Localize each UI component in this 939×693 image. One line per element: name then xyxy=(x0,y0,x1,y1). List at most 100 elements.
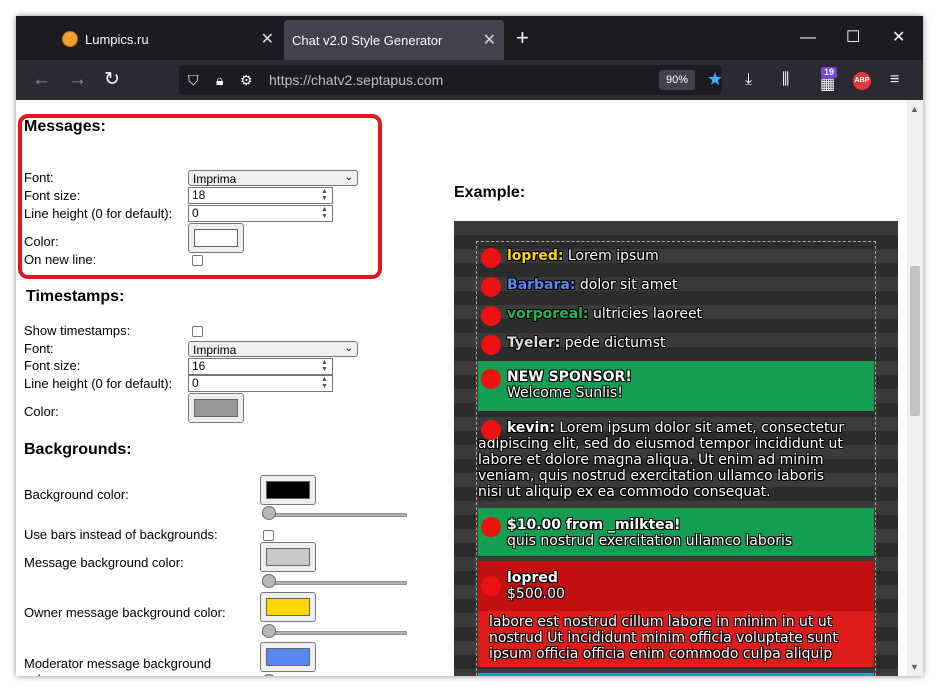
superchat2-header xyxy=(478,673,874,676)
back-icon[interactable]: ← xyxy=(32,68,51,92)
close-tab-icon[interactable]: ✕ xyxy=(261,29,274,49)
background-color-label: Background color: xyxy=(24,487,129,502)
url-bar[interactable]: ⛉ 🔒︎ ⚙ https://chatv2.septapus.com 90% ★ xyxy=(179,65,723,95)
moderator-bg-picker[interactable] xyxy=(260,642,316,672)
owner-bg-swatch xyxy=(266,598,310,616)
chat-username: Barbara: xyxy=(507,277,576,293)
superchat-amount: $500.00 xyxy=(507,586,565,602)
tab-chat-generator[interactable]: Chat v2.0 Style Generator ✕ xyxy=(284,20,504,60)
lumpics-favicon-icon xyxy=(62,31,78,47)
donation-title: $10.00 from _milktea! xyxy=(507,517,681,533)
reload-icon[interactable]: ↻ xyxy=(104,68,120,92)
scroll-up-icon[interactable]: ▲ xyxy=(910,104,919,114)
tab-label: Lumpics.ru xyxy=(85,31,149,47)
moderator-bg-label: Moderator message background color: xyxy=(24,656,212,676)
timestamps-font-size-label: Font size: xyxy=(24,358,81,373)
chat-preview: lopred: Lorem ipsum Barbara: dolor sit a… xyxy=(454,221,898,676)
timestamps-color-swatch xyxy=(194,399,238,417)
close-window-icon[interactable]: ✕ xyxy=(892,26,905,50)
show-timestamps-checkbox[interactable] xyxy=(192,326,203,337)
new-tab-icon[interactable]: + xyxy=(516,26,529,50)
chat-message-long: kevin: Lorem ipsum dolor sit amet, conse… xyxy=(478,420,850,500)
background-opacity-slider[interactable] xyxy=(262,506,407,522)
owner-bg-opacity-slider[interactable] xyxy=(262,624,407,640)
shield-icon[interactable]: ⛉ xyxy=(188,71,199,89)
close-tab-icon[interactable]: ✕ xyxy=(483,30,496,50)
page-scrollbar[interactable]: ▲ ▼ xyxy=(907,100,923,676)
scrollbar-thumb[interactable] xyxy=(910,266,920,416)
timestamps-line-height-label: Line height (0 for default): xyxy=(24,376,173,391)
slider-track xyxy=(262,513,407,517)
chat-message: vorporeal: ultricies laoreet xyxy=(478,306,874,326)
message-bg-opacity-slider[interactable] xyxy=(262,574,407,590)
slider-thumb[interactable] xyxy=(262,574,276,588)
library-icon[interactable]: ⫼ xyxy=(782,69,789,91)
avatar xyxy=(481,576,501,596)
background-color-picker[interactable] xyxy=(260,475,316,505)
timestamps-color-picker[interactable] xyxy=(188,393,244,423)
star-icon[interactable]: ★ xyxy=(707,69,723,89)
adblock-icon[interactable]: ABP xyxy=(853,72,871,90)
message-bg-swatch xyxy=(266,548,310,566)
avatar xyxy=(481,420,501,440)
avatar xyxy=(481,277,501,297)
permissions-icon[interactable]: ⚙ xyxy=(240,71,253,89)
url-text[interactable]: https://chatv2.septapus.com xyxy=(269,71,443,89)
page-content: Messages: Font: Imprima ⌄ Font size: 18 … xyxy=(16,100,907,676)
timestamps-font-value: Imprima xyxy=(193,343,237,357)
chat-username: lopred: xyxy=(507,248,564,264)
superchat-name: lopred xyxy=(507,570,558,586)
owner-bg-picker[interactable] xyxy=(260,592,316,622)
browser-window: Lumpics.ru ✕ Chat v2.0 Style Generator ✕… xyxy=(16,16,923,676)
use-bars-checkbox[interactable] xyxy=(263,530,274,541)
moderator-bg-opacity-slider[interactable] xyxy=(262,674,407,676)
message-bg-label: Message background color: xyxy=(24,555,184,570)
avatar xyxy=(481,248,501,268)
message-bg-picker[interactable] xyxy=(260,542,316,572)
zoom-level[interactable]: 90% xyxy=(659,70,695,90)
moderator-bg-swatch xyxy=(266,648,310,666)
avatar xyxy=(481,335,501,355)
chat-username: Tyeler: xyxy=(507,335,561,351)
chat-username: kevin: xyxy=(507,420,555,436)
slider-thumb[interactable] xyxy=(262,674,276,676)
show-timestamps-label: Show timestamps: xyxy=(24,323,131,338)
timestamps-font-size-value: 16 xyxy=(192,359,206,373)
superchat-text: labore est nostrud cillum labore in mini… xyxy=(489,614,838,662)
minimize-icon[interactable]: — xyxy=(800,26,816,50)
chat-message: Barbara: dolor sit amet xyxy=(478,277,874,297)
chat-text: Lorem ipsum xyxy=(567,248,659,264)
chevron-down-icon: ⌄ xyxy=(344,343,353,354)
menu-icon[interactable]: ≡ xyxy=(890,69,899,91)
chat-text: dolor sit amet xyxy=(579,277,678,293)
sponsor-title: NEW SPONSOR! xyxy=(507,369,632,385)
spinner-icon[interactable]: ▲ ▼ xyxy=(318,359,331,374)
slider-thumb[interactable] xyxy=(262,506,276,520)
timestamps-line-height-input[interactable]: 0 ▲ ▼ xyxy=(188,375,333,392)
scroll-down-icon[interactable]: ▼ xyxy=(910,662,919,672)
forward-icon[interactable]: → xyxy=(68,68,87,92)
nav-bar: ← → ↻ ⛉ 🔒︎ ⚙ https://chatv2.septapus.com… xyxy=(16,60,923,100)
chat-text: pede dictumst xyxy=(564,335,666,351)
slider-thumb[interactable] xyxy=(262,624,276,638)
slider-track xyxy=(262,581,407,585)
backgrounds-heading: Backgrounds: xyxy=(24,441,132,458)
highlight-box xyxy=(18,114,382,279)
timestamps-font-size-input[interactable]: 16 ▲ ▼ xyxy=(188,358,333,375)
sponsor-message: NEW SPONSOR! Welcome Sunlis! xyxy=(478,369,874,401)
spinner-icon[interactable]: ▲ ▼ xyxy=(318,376,331,391)
timestamps-line-height-value: 0 xyxy=(192,376,199,390)
timestamps-font-select[interactable]: Imprima ⌄ xyxy=(188,341,358,357)
maximize-icon[interactable]: ☐ xyxy=(846,26,860,50)
sponsor-text: Welcome Sunlis! xyxy=(507,385,623,401)
lock-icon[interactable]: 🔒︎ xyxy=(216,71,223,89)
tab-lumpics[interactable]: Lumpics.ru ✕ xyxy=(62,24,282,54)
library-badge: 19 xyxy=(821,67,838,78)
superchat-message: lopred $500.00 xyxy=(478,570,874,602)
use-bars-label: Use bars instead of backgrounds: xyxy=(24,527,218,542)
avatar xyxy=(481,517,501,537)
slider-track xyxy=(262,631,407,635)
chat-text: ultricies laoreet xyxy=(593,306,703,322)
tab-bar: Lumpics.ru ✕ Chat v2.0 Style Generator ✕… xyxy=(16,16,923,60)
download-icon[interactable]: ⤓ xyxy=(745,69,752,91)
